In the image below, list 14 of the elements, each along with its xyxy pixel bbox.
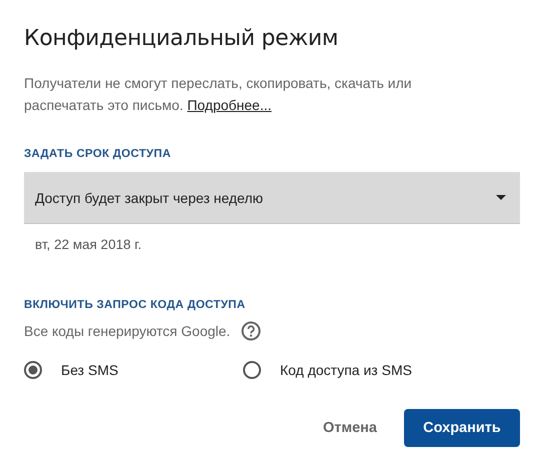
radio-option[interactable]: Код доступа из SMS xyxy=(243,361,462,379)
help-icon[interactable] xyxy=(241,321,262,341)
cancel-button[interactable]: Отмена xyxy=(307,409,393,447)
save-button[interactable]: Сохранить xyxy=(404,409,520,447)
hint-text: Все коды генерируются Google. xyxy=(24,323,230,339)
section-heading: ВКЛЮЧИТЬ ЗАПРОС КОДА ДОСТУПА xyxy=(24,299,246,311)
section-heading: ЗАДАТЬ СРОК ДОСТУПА xyxy=(24,148,172,160)
description: Получатели не смогут переслать, скопировать, скачать или распечатать это письмо. Подробнее... xyxy=(24,74,413,115)
radio-option[interactable]: Без SMS xyxy=(24,361,243,379)
learn-more-link[interactable]: Подробнее... xyxy=(187,97,272,113)
dialog-title: Конфиденциальный режим xyxy=(24,25,340,53)
caret-icon xyxy=(496,195,506,200)
expiry-dropdown[interactable]: Доступ будет закрыт через неделю xyxy=(24,172,520,224)
expiry-date: вт, 22 мая 2018 г. xyxy=(35,237,142,252)
